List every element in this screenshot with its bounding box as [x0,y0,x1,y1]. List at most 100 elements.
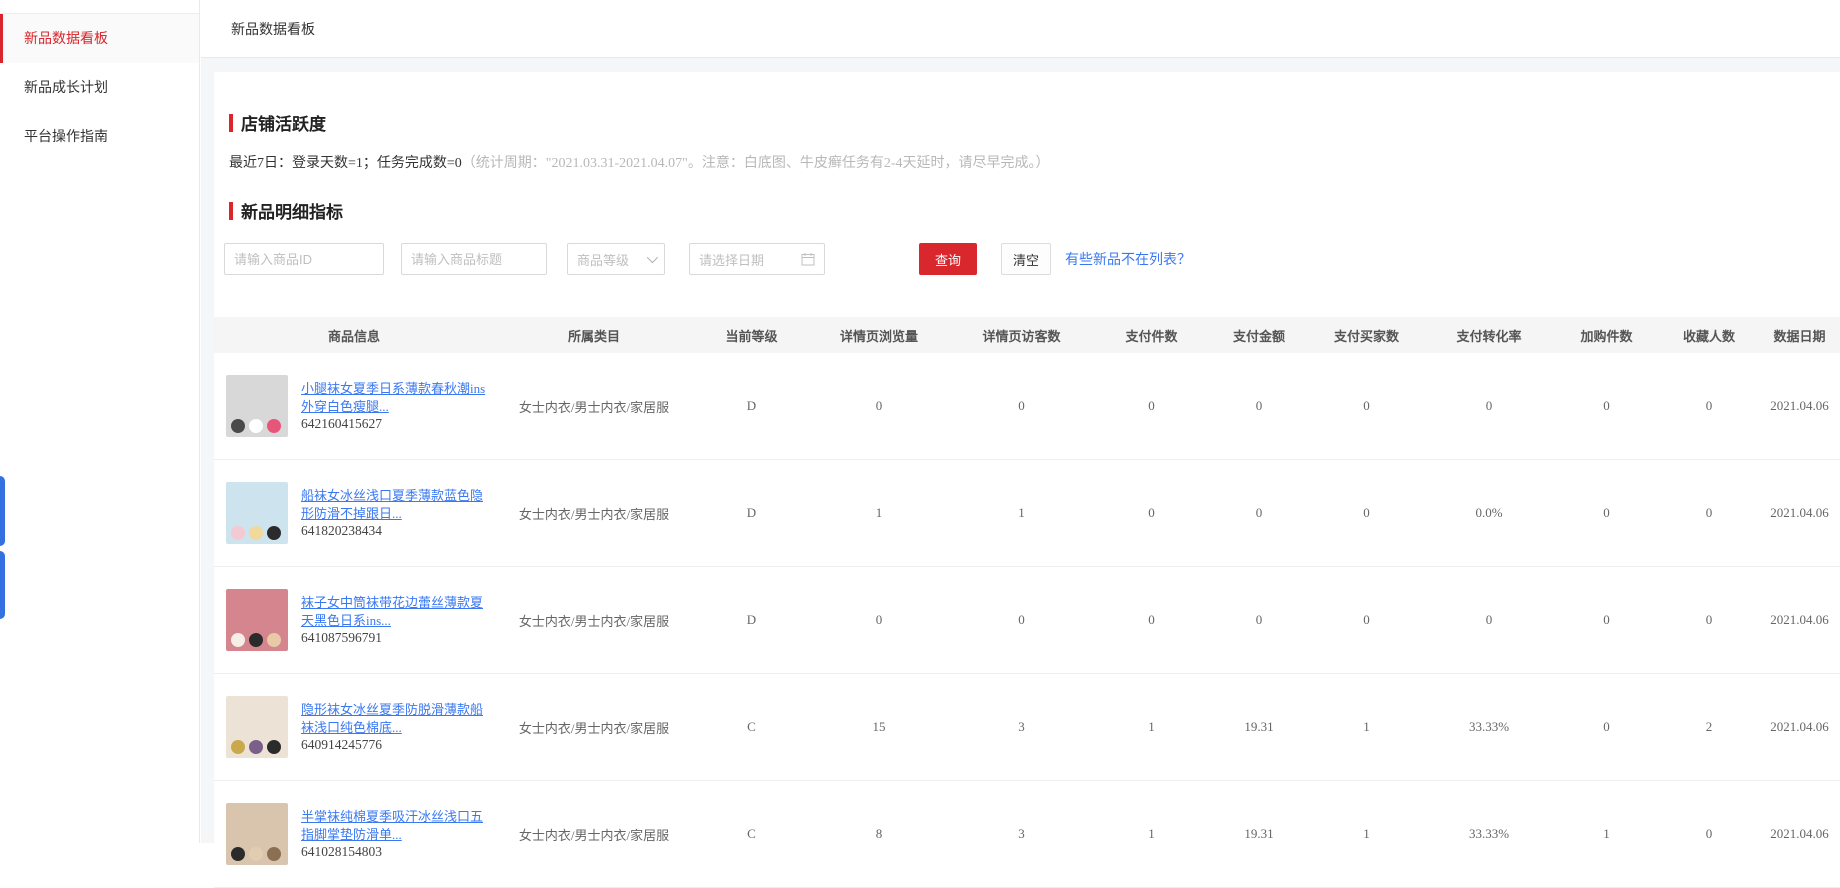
chevron-down-icon [647,252,658,263]
product-text: 袜子女中筒袜带花边蕾丝薄款夏天黑色日系ins... 641087596791 [301,594,487,646]
product-thumbnail[interactable] [226,696,288,758]
product-metrics-table: 商品信息所属类目当前等级详情页浏览量详情页访客数支付件数支付金额支付买家数支付转… [214,317,1840,888]
product-title-link[interactable]: 半掌袜纯棉夏季吸汗冰丝浅口五指脚掌垫防滑单... [301,808,487,844]
cell-conversion-rate: 33.33% [1424,719,1554,735]
sidebar: 新品数据看板 新品成长计划 平台操作指南 [0,0,200,843]
grade-select-label: 商品等级 [577,250,629,269]
product-info-cell: 半掌袜纯棉夏季吸汗冰丝浅口五指脚掌垫防滑单... 641028154803 [214,803,494,865]
column-header: 所属类目 [494,326,694,345]
activity-summary: 最近7日：登录天数=1；任务完成数=0（统计周期："2021.03.31-202… [229,152,1840,172]
product-title-link[interactable]: 隐形袜女冰丝夏季防脱滑薄款船袜浅口纯色棉底... [301,701,487,737]
cell-detail-views: 1 [809,505,949,521]
cell-favorites: 0 [1659,612,1759,628]
cell-category: 女士内衣/男士内衣/家居服 [494,825,694,844]
product-text: 隐形袜女冰丝夏季防脱滑薄款船袜浅口纯色棉底... 640914245776 [301,701,487,753]
table-row: 船袜女冰丝浅口夏季薄款蓝色隐形防滑不掉跟日... 641820238434 女士… [214,460,1840,567]
cell-detail-views: 0 [809,612,949,628]
cell-data-date: 2021.04.06 [1759,398,1840,414]
cell-data-date: 2021.04.06 [1759,505,1840,521]
column-header: 详情页浏览量 [809,326,949,345]
cell-conversion-rate: 0.0% [1424,505,1554,521]
cell-paid-amount: 19.31 [1209,719,1309,735]
cell-current-grade: D [694,398,809,414]
column-header: 支付买家数 [1309,326,1424,345]
cell-paid-buyers: 0 [1309,505,1424,521]
section-new-product-metrics: 新品明细指标 [229,198,1840,223]
product-thumbnail[interactable] [226,589,288,651]
section-title-text: 新品明细指标 [241,198,343,223]
cell-current-grade: D [694,505,809,521]
product-id: 641087596791 [301,630,382,645]
sidebar-item-platform-guide[interactable]: 平台操作指南 [0,112,199,161]
search-button[interactable]: 查询 [919,243,977,275]
cell-paid-buyers: 0 [1309,398,1424,414]
breadcrumb: 新品数据看板 [231,19,315,39]
cell-detail-views: 15 [809,719,949,735]
cell-current-grade: D [694,612,809,628]
cell-paid-buyers: 1 [1309,826,1424,842]
product-id-input[interactable] [224,243,384,275]
clear-button[interactable]: 清空 [1001,243,1051,275]
product-info-cell: 小腿袜女夏季日系薄款春秋潮ins外穿白色瘦腿... 642160415627 [214,375,494,437]
cell-paid-buyers: 0 [1309,612,1424,628]
cell-data-date: 2021.04.06 [1759,826,1840,842]
product-thumbnail[interactable] [226,482,288,544]
cell-current-grade: C [694,719,809,735]
date-picker-input[interactable]: 请选择日期 [689,243,825,275]
table-row: 隐形袜女冰丝夏季防脱滑薄款船袜浅口纯色棉底... 640914245776 女士… [214,674,1840,781]
section-shop-activity: 店铺活跃度 [229,72,1840,135]
cell-favorites: 0 [1659,826,1759,842]
cell-detail-visitors: 0 [949,398,1094,414]
cell-cart-adds: 0 [1554,719,1659,735]
date-placeholder: 请选择日期 [699,250,764,269]
cell-detail-visitors: 3 [949,719,1094,735]
cell-favorites: 2 [1659,719,1759,735]
cell-category: 女士内衣/男士内衣/家居服 [494,718,694,737]
sidebar-menu: 新品数据看板 新品成长计划 平台操作指南 [0,13,199,161]
product-text: 船袜女冰丝浅口夏季薄款蓝色隐形防滑不掉跟日... 641820238434 [301,487,487,539]
main-content: 新品数据看板 店铺活跃度 最近7日：登录天数=1；任务完成数=0（统计周期："2… [201,0,1840,843]
product-text: 小腿袜女夏季日系薄款春秋潮ins外穿白色瘦腿... 642160415627 [301,380,487,432]
cell-data-date: 2021.04.06 [1759,719,1840,735]
product-title-link[interactable]: 袜子女中筒袜带花边蕾丝薄款夏天黑色日系ins... [301,594,487,630]
cell-paid-buyers: 1 [1309,719,1424,735]
product-text: 半掌袜纯棉夏季吸汗冰丝浅口五指脚掌垫防滑单... 641028154803 [301,808,487,860]
sidebar-item-new-product-dashboard[interactable]: 新品数据看板 [0,14,199,63]
table-row: 袜子女中筒袜带花边蕾丝薄款夏天黑色日系ins... 641087596791 女… [214,567,1840,674]
cell-conversion-rate: 33.33% [1424,826,1554,842]
cell-paid-amount: 0 [1209,398,1309,414]
grade-select[interactable]: 商品等级 [567,243,665,275]
cell-conversion-rate: 0 [1424,398,1554,414]
product-title-link[interactable]: 船袜女冰丝浅口夏季薄款蓝色隐形防滑不掉跟日... [301,487,487,523]
floating-handle-top[interactable] [0,476,5,546]
cell-detail-visitors: 0 [949,612,1094,628]
cell-favorites: 0 [1659,505,1759,521]
column-header: 支付转化率 [1424,326,1554,345]
product-title-input[interactable] [401,243,547,275]
content-header: 新品数据看板 [201,0,1840,58]
section-accent-bar [229,202,233,220]
cell-detail-views: 8 [809,826,949,842]
product-info-cell: 船袜女冰丝浅口夏季薄款蓝色隐形防滑不掉跟日... 641820238434 [214,482,494,544]
floating-handle-bottom[interactable] [0,551,5,619]
cell-category: 女士内衣/男士内衣/家居服 [494,504,694,523]
cell-data-date: 2021.04.06 [1759,612,1840,628]
column-header: 当前等级 [694,326,809,345]
column-header: 加购件数 [1554,326,1659,345]
product-title-link[interactable]: 小腿袜女夏季日系薄款春秋潮ins外穿白色瘦腿... [301,380,487,416]
cell-detail-visitors: 3 [949,826,1094,842]
column-header: 详情页访客数 [949,326,1094,345]
column-header: 支付件数 [1094,326,1209,345]
section-accent-bar [229,114,233,132]
table-row: 半掌袜纯棉夏季吸汗冰丝浅口五指脚掌垫防滑单... 641028154803 女士… [214,781,1840,888]
product-id: 640914245776 [301,737,382,752]
cell-detail-views: 0 [809,398,949,414]
table-body: 小腿袜女夏季日系薄款春秋潮ins外穿白色瘦腿... 642160415627 女… [214,353,1840,888]
cell-cart-adds: 0 [1554,612,1659,628]
column-header: 商品信息 [214,326,494,345]
missing-products-link[interactable]: 有些新品不在列表？ [1065,249,1191,269]
product-thumbnail[interactable] [226,803,288,865]
sidebar-item-new-product-growth-plan[interactable]: 新品成长计划 [0,63,199,112]
product-thumbnail[interactable] [226,375,288,437]
activity-summary-note: （统计周期："2021.03.31-2021.04.07"。注意：白底图、牛皮癣… [462,156,1050,171]
